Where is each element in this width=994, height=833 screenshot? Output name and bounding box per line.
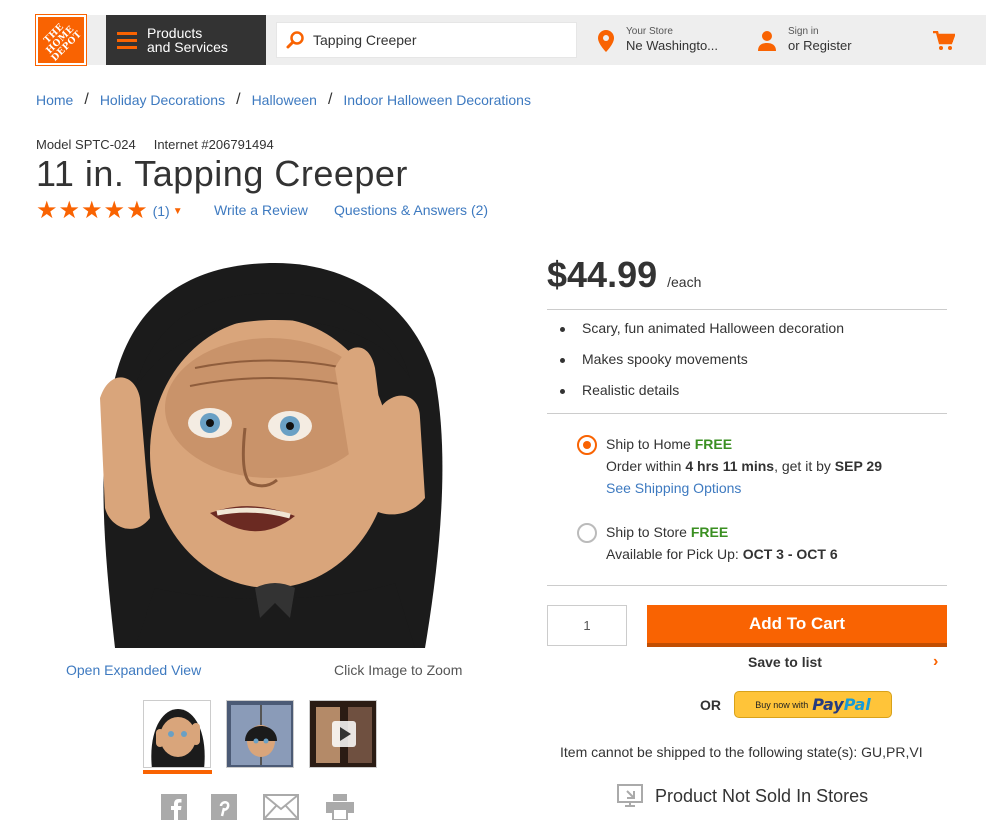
pickup-dates: OCT 3 - OCT 6 — [742, 546, 838, 562]
star-icon: ★ — [81, 197, 103, 224]
cart-icon[interactable] — [933, 30, 956, 56]
pinterest-icon[interactable] — [211, 794, 237, 825]
search-input[interactable] — [313, 32, 563, 48]
internet-number: Internet #206791494 — [153, 137, 274, 152]
sign-in-link[interactable]: Sign in or Register — [758, 26, 852, 54]
paypal-logo-pay: Pay — [812, 695, 844, 714]
not-sold-label: Product Not Sold In Stores — [655, 785, 869, 806]
register-label: or Register — [788, 38, 852, 53]
thumbnail-1[interactable] — [143, 700, 211, 768]
feature-bullet: Makes spooky movements — [560, 351, 844, 382]
divider — [547, 585, 947, 586]
store-unavailable-icon — [617, 784, 643, 807]
breadcrumb-holiday-decorations[interactable]: Holiday Decorations — [100, 92, 225, 108]
rating-count: (1) — [152, 203, 170, 219]
paypal-button[interactable]: Buy now with PayPal — [734, 691, 892, 718]
breadcrumb-home[interactable]: Home — [36, 92, 73, 108]
menu-icon — [117, 28, 137, 53]
thumbnail-selected-indicator — [143, 770, 212, 774]
shipping-restriction-notice: Item cannot be shipped to the following … — [560, 744, 923, 760]
ship-to-store-label: Ship to Store — [606, 524, 687, 540]
print-icon[interactable] — [326, 794, 354, 825]
divider — [547, 309, 947, 310]
model-number: Model SPTC-024 — [36, 137, 136, 152]
paypal-buy-now-label: Buy now with — [755, 699, 809, 710]
products-label: Products — [147, 25, 203, 41]
order-countdown: 4 hrs 11 mins — [685, 458, 775, 474]
star-icon: ★ — [36, 197, 58, 224]
breadcrumb: Home / Holiday Decorations / Halloween /… — [36, 91, 531, 108]
pickup-label: Available for Pick Up: — [606, 546, 739, 562]
ship-to-store-option: Ship to Store FREE Available for Pick Up… — [606, 521, 838, 565]
search-icon[interactable] — [277, 22, 313, 58]
add-to-cart-button[interactable]: Add To Cart — [647, 605, 947, 647]
ship-to-home-free: FREE — [694, 436, 733, 452]
facebook-icon[interactable] — [161, 794, 187, 825]
delivery-date: SEP 29 — [834, 458, 883, 474]
search-bar — [276, 22, 577, 58]
star-icon: ★ — [58, 197, 81, 224]
price: $44.99 /each — [547, 254, 701, 296]
ship-to-store-free: FREE — [690, 524, 729, 540]
email-icon[interactable] — [263, 794, 299, 825]
or-label: OR — [700, 697, 721, 713]
star-icon: ★ — [126, 197, 148, 224]
feature-bullet: Scary, fun animated Halloween decoration — [560, 320, 844, 351]
open-expanded-view-link[interactable]: Open Expanded View — [66, 662, 201, 678]
star-icon: ★ — [103, 197, 126, 224]
ship-to-home-radio[interactable] — [577, 435, 597, 455]
chevron-right-icon[interactable]: › — [933, 653, 938, 671]
product-image[interactable] — [95, 258, 455, 648]
price-unit: /each — [667, 274, 702, 290]
ship-to-home-label: Ship to Home — [606, 436, 691, 452]
user-icon — [758, 31, 776, 51]
save-to-list-button[interactable]: Save to list — [748, 654, 822, 670]
not-sold-in-stores-notice: Product Not Sold In Stores — [617, 784, 868, 808]
ship-to-store-radio[interactable] — [577, 523, 597, 543]
services-label: and Services — [147, 39, 228, 55]
product-title: 11 in. Tapping Creeper — [36, 153, 408, 194]
ship-to-home-option: Ship to Home FREE Order within 4 hrs 11 … — [606, 433, 882, 499]
get-it-by-label: , get it by — [774, 458, 831, 474]
see-shipping-options-link[interactable]: See Shipping Options — [606, 480, 741, 496]
price-amount: $44.99 — [547, 254, 658, 295]
thumbnail-video[interactable] — [309, 700, 377, 768]
quantity-input[interactable] — [547, 605, 627, 646]
your-store-selector[interactable]: Your Store Ne Washingto... — [598, 26, 718, 54]
divider — [547, 413, 947, 414]
logo-text: THE HOME DEPOT — [42, 21, 85, 64]
order-within-label: Order within — [606, 458, 682, 474]
feature-bullets: Scary, fun animated Halloween decoration… — [560, 320, 844, 413]
questions-answers-link[interactable]: Questions & Answers (2) — [334, 202, 488, 218]
click-to-zoom-hint: Click Image to Zoom — [334, 662, 463, 678]
paypal-logo-pal: Pal — [843, 695, 871, 714]
store-label: Your Store — [626, 26, 673, 37]
breadcrumb-halloween[interactable]: Halloween — [252, 92, 317, 108]
model-info: Model SPTC-024 Internet #206791494 — [36, 137, 274, 152]
feature-bullet: Realistic details — [560, 382, 844, 413]
thumbnail-2[interactable] — [226, 700, 294, 768]
products-and-services-button[interactable]: Products and Services — [106, 15, 266, 65]
write-review-link[interactable]: Write a Review — [214, 202, 308, 218]
rating-stars: ★ ★ ★ ★ ★ — [36, 197, 149, 224]
rating-summary[interactable]: ★ ★ ★ ★ ★ (1) ▼ — [36, 197, 183, 224]
home-depot-logo[interactable]: THE HOME DEPOT — [35, 14, 87, 66]
breadcrumb-indoor-halloween-decorations[interactable]: Indoor Halloween Decorations — [343, 92, 531, 108]
sign-in-label: Sign in — [788, 26, 819, 37]
location-pin-icon — [598, 30, 614, 52]
chevron-down-icon: ▼ — [172, 205, 183, 217]
store-name: Ne Washingto... — [626, 38, 719, 53]
